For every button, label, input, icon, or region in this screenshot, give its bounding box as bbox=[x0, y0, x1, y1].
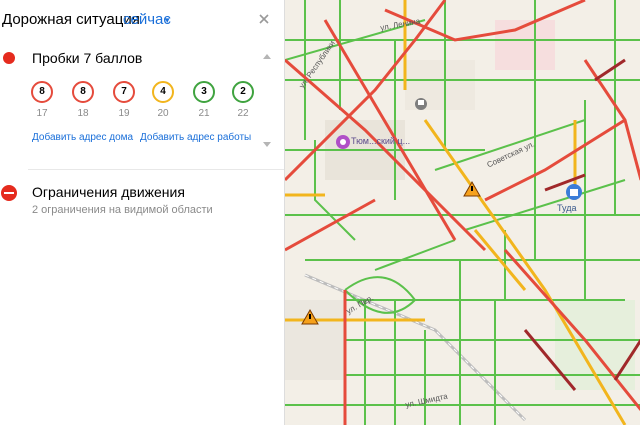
forecast-hour: 20 bbox=[157, 108, 169, 119]
divider bbox=[28, 169, 284, 170]
add-work-link[interactable]: Добавить адрес работы bbox=[140, 132, 251, 143]
forecast-hour: 21 bbox=[198, 108, 210, 119]
forecast-item: 3 21 bbox=[190, 81, 218, 119]
panel-header: Дорожная ситуация сейчас ▾ bbox=[0, 10, 284, 32]
forecast-item: 8 17 bbox=[28, 81, 56, 119]
forecast-hour: 18 bbox=[77, 108, 89, 119]
restrictions-section: Ограничения движения 2 ограничения на ви… bbox=[0, 180, 284, 230]
forecast-item: 7 19 bbox=[110, 81, 138, 119]
expand-icon[interactable] bbox=[263, 142, 271, 147]
forecast-hour: 19 bbox=[118, 108, 130, 119]
map-canvas[interactable] bbox=[285, 0, 640, 425]
forecast-score: 4 bbox=[152, 81, 174, 103]
traffic-forecast: 8 17 8 18 7 19 4 20 3 21 2 22 bbox=[28, 81, 268, 121]
forecast-hour: 17 bbox=[36, 108, 48, 119]
forecast-score: 7 bbox=[113, 81, 135, 103]
chevron-down-icon[interactable]: ▾ bbox=[165, 10, 170, 31]
traffic-title[interactable]: Пробки 7 баллов bbox=[32, 49, 142, 67]
panel-title: Дорожная ситуация bbox=[2, 11, 140, 28]
no-entry-icon bbox=[1, 185, 17, 201]
forecast-item: 2 22 bbox=[229, 81, 257, 119]
time-selector[interactable]: сейчас bbox=[123, 10, 171, 30]
forecast-hour: 22 bbox=[237, 108, 249, 119]
traffic-level-icon bbox=[3, 52, 15, 64]
traffic-map[interactable]: Тюм...ский ц... Туда ул. Республики Сове… bbox=[284, 0, 640, 425]
forecast-score: 8 bbox=[72, 81, 94, 103]
add-home-link[interactable]: Добавить адрес дома bbox=[32, 132, 133, 143]
mall-label[interactable]: Тюм...ский ц... bbox=[351, 136, 410, 146]
shop-label[interactable]: Туда bbox=[557, 203, 576, 213]
mall-poi-icon[interactable] bbox=[336, 135, 350, 149]
forecast-score: 2 bbox=[232, 81, 254, 103]
forecast-item: 4 20 bbox=[149, 81, 177, 119]
flag-poi-icon[interactable] bbox=[415, 98, 427, 110]
forecast-item: 8 18 bbox=[69, 81, 97, 119]
close-icon[interactable] bbox=[257, 12, 271, 26]
shop-poi-icon[interactable] bbox=[566, 184, 582, 200]
restrictions-title[interactable]: Ограничения движения bbox=[32, 183, 185, 201]
restrictions-subtitle: 2 ограничения на видимой области bbox=[32, 204, 213, 216]
forecast-score: 3 bbox=[193, 81, 215, 103]
forecast-score: 8 bbox=[31, 81, 53, 103]
traffic-panel: Дорожная ситуация сейчас ▾ Пробки 7 балл… bbox=[0, 0, 284, 425]
collapse-icon[interactable] bbox=[263, 54, 271, 59]
traffic-section: Пробки 7 баллов 8 17 8 18 7 19 4 20 3 21 bbox=[0, 44, 284, 168]
